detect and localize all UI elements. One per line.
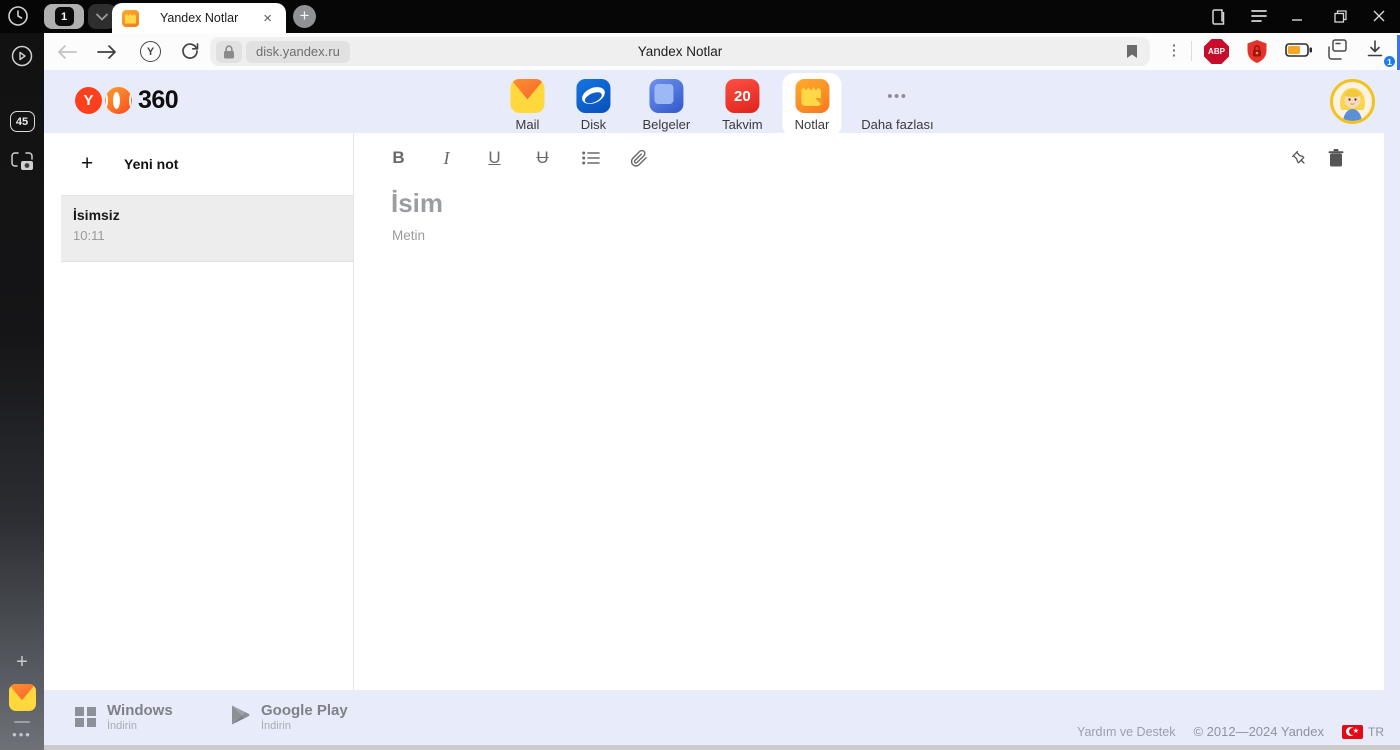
- copyright-text: © 2012—2024 Yandex: [1193, 724, 1324, 739]
- service-header: Y 360 Mail Disk Belgeler 20 Takvim Notla…: [44, 70, 1400, 137]
- toolbar-divider: [1191, 41, 1192, 61]
- page-footer: Windows İndirin Google Play İndirin Yard…: [44, 690, 1400, 750]
- forward-button[interactable]: [94, 39, 120, 65]
- footer-links: Yardım ve Destek © 2012—2024 Yandex ★ TR: [1077, 724, 1384, 739]
- download-googleplay-link[interactable]: Google Play İndirin: [230, 702, 348, 732]
- notes-icon: [794, 79, 829, 113]
- disk-icon: [576, 79, 611, 113]
- region-selector[interactable]: ★ TR: [1342, 724, 1384, 739]
- google-play-icon: [230, 704, 250, 731]
- mail-icon: [510, 79, 545, 113]
- notes-favicon: [122, 9, 139, 27]
- nav-item-documents[interactable]: Belgeler: [630, 73, 702, 137]
- help-link[interactable]: Yardım ve Destek: [1077, 725, 1175, 739]
- yandex-360-logo[interactable]: Y 360: [75, 86, 179, 115]
- tab-close-icon[interactable]: ×: [259, 9, 276, 28]
- nav-item-notes[interactable]: Notlar: [782, 73, 842, 137]
- downloads-icon[interactable]: 1: [1366, 40, 1396, 68]
- reload-button[interactable]: [180, 40, 202, 62]
- browser-toolbar: Y disk.yandex.ru Yandex Notlar ⋮ ABP 1: [44, 33, 1400, 70]
- more-services-icon: •••: [887, 87, 908, 105]
- add-panel-icon[interactable]: +: [0, 651, 44, 674]
- address-bar[interactable]: disk.yandex.ru Yandex Notlar: [210, 37, 1150, 66]
- yandex-mail-shortcut-icon[interactable]: [0, 684, 44, 711]
- address-bar-more-icon[interactable]: ⋮: [1166, 41, 1182, 61]
- nav-item-mail[interactable]: Mail: [498, 73, 556, 137]
- windows-icon: [75, 706, 96, 728]
- format-toolbar: B I U U: [388, 146, 649, 170]
- nav-item-calendar[interactable]: 20 Takvim: [710, 73, 774, 137]
- bookmarks-panel-icon[interactable]: [1206, 6, 1228, 26]
- underline-button[interactable]: U: [484, 146, 505, 170]
- nav-item-disk[interactable]: Disk: [564, 73, 622, 137]
- note-body-input[interactable]: Metin: [392, 228, 425, 243]
- strikethrough-button[interactable]: U: [532, 146, 553, 170]
- plus-icon: +: [81, 152, 94, 175]
- note-title-input[interactable]: İsim: [391, 188, 443, 219]
- pin-note-icon[interactable]: [1289, 146, 1309, 170]
- page-scroll-gutter[interactable]: [1384, 133, 1400, 690]
- restore-button[interactable]: [1329, 6, 1351, 26]
- url-chip[interactable]: disk.yandex.ru: [246, 40, 350, 63]
- attachment-button[interactable]: [628, 146, 649, 170]
- bullet-list-button[interactable]: [580, 146, 601, 170]
- delete-note-icon[interactable]: [1326, 146, 1346, 170]
- adblock-plus-icon[interactable]: ABP: [1204, 39, 1229, 64]
- notes-list-panel: + Yeni not İsimsiz 10:11: [61, 133, 354, 690]
- tab-counter-value: 1: [54, 7, 74, 26]
- tab-groups-badge[interactable]: 45: [0, 111, 44, 132]
- italic-button[interactable]: I: [436, 146, 457, 170]
- browser-menu-icon[interactable]: [1248, 6, 1270, 26]
- note-actions: [1289, 146, 1346, 170]
- calendar-icon: 20: [725, 79, 760, 113]
- note-list-item-selected[interactable]: İsimsiz 10:11: [61, 196, 353, 262]
- documents-icon: [649, 79, 684, 113]
- user-avatar[interactable]: [1330, 79, 1375, 124]
- video-player-icon[interactable]: [0, 44, 44, 68]
- ssl-lock-icon[interactable]: [216, 40, 242, 63]
- download-windows-link[interactable]: Windows İndirin: [75, 702, 173, 732]
- bookmark-icon[interactable]: [1125, 44, 1140, 59]
- battery-icon[interactable]: [1285, 43, 1312, 68]
- nav-item-more[interactable]: ••• Daha fazlası: [849, 73, 945, 137]
- history-clock-icon[interactable]: [7, 5, 29, 27]
- note-editor: B I U U İsim Metin: [355, 133, 1384, 690]
- logo-text: 360: [138, 86, 179, 114]
- bold-button[interactable]: B: [388, 146, 409, 170]
- notes-content: + Yeni not İsimsiz 10:11 B I U U İsim Me…: [44, 133, 1400, 690]
- download-count-badge: 1: [1383, 55, 1396, 68]
- 360-logo-icon: [105, 87, 132, 114]
- yandex-protect-icon[interactable]: Y: [140, 41, 161, 62]
- tab-counter-button[interactable]: 1: [44, 4, 84, 29]
- yandex-notes-page: Y 360 Mail Disk Belgeler 20 Takvim Notla…: [44, 70, 1400, 750]
- rail-more-icon[interactable]: •••: [0, 727, 44, 742]
- screenshot-icon[interactable]: [0, 149, 44, 173]
- new-note-button[interactable]: + Yeni not: [61, 133, 353, 196]
- close-window-button[interactable]: [1368, 6, 1390, 26]
- browser-window: 1 Yandex Notlar × + Y disk.yandex.ru Yan…: [0, 0, 1400, 750]
- new-tab-button[interactable]: +: [293, 5, 316, 28]
- turkey-flag-icon: ★: [1342, 724, 1363, 739]
- collections-icon[interactable]: [1326, 39, 1351, 64]
- tab-title: Yandex Notlar: [159, 11, 239, 25]
- back-button[interactable]: [54, 39, 80, 65]
- browser-tab-active[interactable]: Yandex Notlar ×: [112, 3, 286, 33]
- rail-divider: [14, 721, 30, 723]
- omnibox-page-title: Yandex Notlar: [637, 44, 723, 59]
- minimize-button[interactable]: [1286, 6, 1308, 26]
- services-nav: Mail Disk Belgeler 20 Takvim Notlar ••• …: [498, 73, 945, 137]
- security-shield-icon[interactable]: [1245, 39, 1270, 64]
- browser-titlebar: 1 Yandex Notlar × +: [0, 0, 1400, 33]
- browser-side-rail: 45 + •••: [0, 33, 44, 750]
- yandex-logo-icon: Y: [75, 87, 102, 114]
